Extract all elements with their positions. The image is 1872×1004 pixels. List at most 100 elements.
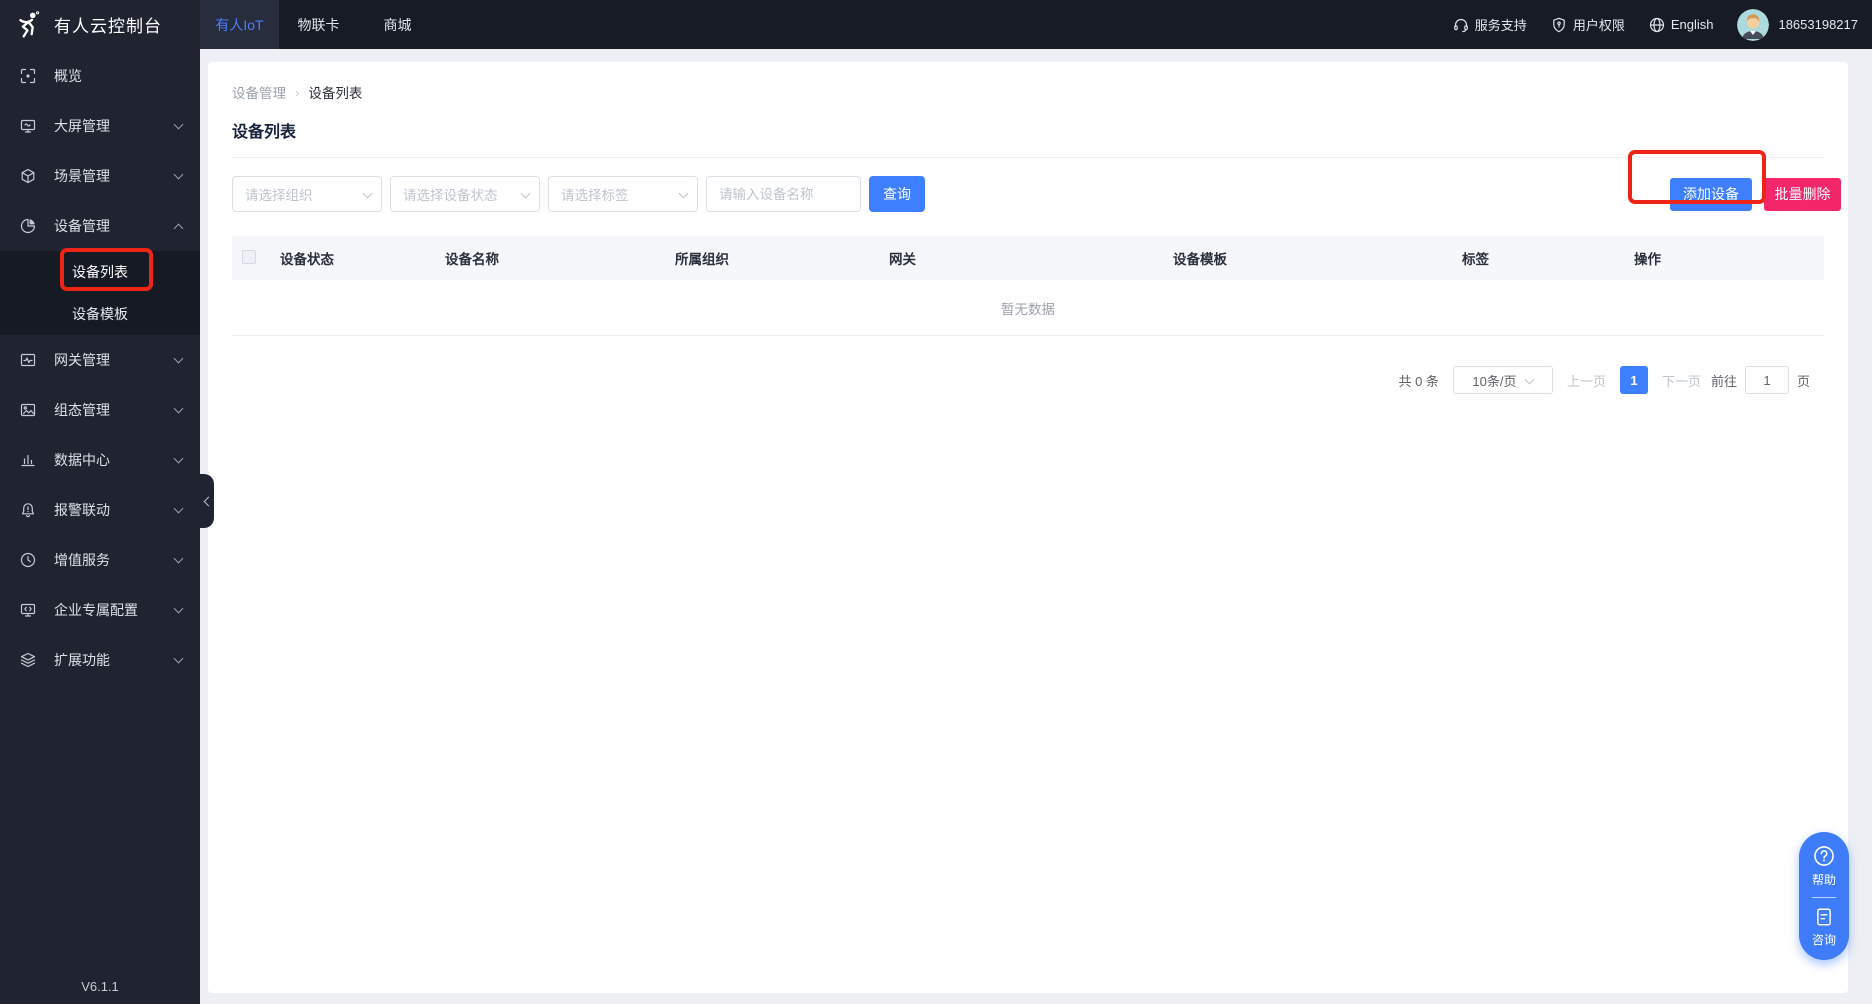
sidebar: 有人云控制台 概览 大屏管理 场景管理 设备管理 <box>0 0 200 1004</box>
chevron-icon <box>174 553 184 563</box>
chevron-icon <box>174 169 184 179</box>
table-column-header: 标签 <box>1462 248 1634 268</box>
chevron-icon <box>174 223 184 233</box>
chevron-left-icon <box>203 496 213 506</box>
chevron-icon <box>174 603 184 613</box>
content-card: 设备管理 › 设备列表 设备列表 请选择组织 请选择设备状态 <box>208 62 1848 993</box>
chevron-icon <box>174 353 184 363</box>
cube-icon <box>20 168 38 184</box>
search-button[interactable]: 查询 <box>869 176 925 212</box>
sidebar-item[interactable]: 场景管理 <box>0 151 200 201</box>
avatar <box>1737 9 1769 41</box>
sidebar-item[interactable]: 报警联动 <box>0 485 200 535</box>
chart-icon <box>20 452 38 468</box>
filter-select[interactable]: 请选择标签 <box>548 176 698 212</box>
question-circle-icon[interactable] <box>1813 845 1835 867</box>
table-column-header: 设备名称 <box>445 248 675 268</box>
product-tab[interactable]: 商城 <box>358 0 437 49</box>
goto-label: 前往 <box>1711 371 1737 390</box>
next-page-button[interactable]: 下一页 <box>1662 371 1701 390</box>
sidebar-item[interactable]: 概览 <box>0 51 200 101</box>
app-title: 有人云控制台 <box>54 12 162 37</box>
chevron-icon <box>174 453 184 463</box>
breadcrumb-separator: › <box>295 85 299 100</box>
help-label[interactable]: 帮助 <box>1812 871 1836 888</box>
page-title: 设备列表 <box>232 118 1824 142</box>
sidebar-item[interactable]: 设备列表 <box>0 251 200 293</box>
prev-page-button[interactable]: 上一页 <box>1567 371 1606 390</box>
chevron-icon <box>174 503 184 513</box>
pagination: 共 0 条 10条/页 上一页 1 下一页 前往 页 <box>232 366 1824 394</box>
topbar-right: 服务支持 用户权限 English <box>1453 9 1872 41</box>
chevron-down-icon <box>363 188 373 198</box>
table-header: 设备状态 设备名称 所属组织 网关 设备模板 标签 操作 <box>232 236 1824 280</box>
chevron-down-icon <box>679 188 689 198</box>
shield-icon <box>1551 17 1567 33</box>
total-count: 共 0 条 <box>1398 371 1438 390</box>
filter-bar: 请选择组织 请选择设备状态 请选择标签 查询 添加设 <box>232 176 1824 212</box>
sidebar-item[interactable]: 数据中心 <box>0 435 200 485</box>
globe-icon <box>1649 17 1665 33</box>
product-tab[interactable]: 有人IoT <box>200 0 279 49</box>
screen-icon <box>20 118 38 134</box>
divider <box>232 157 1824 158</box>
sidebar-item[interactable]: 组态管理 <box>0 385 200 435</box>
overview-icon <box>20 68 38 84</box>
sidebar-item[interactable]: 大屏管理 <box>0 101 200 151</box>
table-column-header: 设备模板 <box>1173 248 1462 268</box>
runner-logo-icon <box>14 10 44 40</box>
table-column-header: 网关 <box>889 248 1173 268</box>
device-name-input[interactable] <box>706 176 861 212</box>
chevron-icon <box>174 119 184 129</box>
topbar-action[interactable]: 服务支持 <box>1453 15 1527 34</box>
pie-icon <box>20 218 38 234</box>
user-menu[interactable]: 18653198217 <box>1737 9 1858 41</box>
filter-select[interactable]: 请选择设备状态 <box>390 176 540 212</box>
device-table: 设备状态 设备名称 所属组织 网关 设备模板 标签 操作 暂无数据 <box>232 236 1824 336</box>
monitorCode-icon <box>20 602 38 618</box>
divider <box>1812 897 1836 898</box>
document-icon[interactable] <box>1814 907 1834 927</box>
page-number-1[interactable]: 1 <box>1620 366 1648 394</box>
user-phone: 18653198217 <box>1778 17 1858 32</box>
sidebar-menu: 概览 大屏管理 场景管理 设备管理 设备 <box>0 49 200 685</box>
goto-page-input[interactable] <box>1745 366 1789 394</box>
table-column-header: 所属组织 <box>675 248 889 268</box>
chevron-down-icon <box>521 188 531 198</box>
chevron-down-icon <box>1525 374 1535 384</box>
filter-select[interactable]: 请选择组织 <box>232 176 382 212</box>
sidebar-item[interactable]: 网关管理 <box>0 335 200 385</box>
chevron-icon <box>174 653 184 663</box>
sidebar-collapse-handle[interactable] <box>200 474 214 528</box>
help-widget: 帮助 咨询 <box>1799 832 1849 960</box>
breadcrumb-item-current: 设备列表 <box>308 82 362 102</box>
batch-delete-button[interactable]: 批量删除 <box>1764 178 1841 211</box>
sidebar-item[interactable]: 设备管理 <box>0 201 200 251</box>
breadcrumb-item-parent[interactable]: 设备管理 <box>232 82 286 102</box>
clock-icon <box>20 552 38 568</box>
topbar-action[interactable]: 用户权限 <box>1551 15 1625 34</box>
image-icon <box>20 402 38 418</box>
table-column-header: 设备状态 <box>280 248 445 268</box>
layers-icon <box>20 652 38 668</box>
empty-state: 暂无数据 <box>232 280 1824 336</box>
table-column-header: 操作 <box>1634 248 1824 268</box>
version-label: V6.1.1 <box>0 979 200 994</box>
breadcrumb: 设备管理 › 设备列表 <box>232 62 1824 102</box>
product-tab[interactable]: 物联卡 <box>279 0 358 49</box>
add-device-button[interactable]: 添加设备 <box>1670 178 1752 211</box>
gateway-icon <box>20 352 38 368</box>
page-size-select[interactable]: 10条/页 <box>1453 366 1553 394</box>
sidebar-item[interactable]: 企业专属配置 <box>0 585 200 635</box>
consult-label[interactable]: 咨询 <box>1812 931 1836 948</box>
topbar: 有人IoT 物联卡 商城 服务支持 用户权限 <box>200 0 1872 49</box>
page-unit-label: 页 <box>1797 371 1810 390</box>
logo[interactable]: 有人云控制台 <box>0 0 200 49</box>
headset-icon <box>1453 17 1469 33</box>
sidebar-item[interactable]: 扩展功能 <box>0 635 200 685</box>
sidebar-item[interactable]: 增值服务 <box>0 535 200 585</box>
product-tabs: 有人IoT 物联卡 商城 <box>200 0 437 49</box>
topbar-action[interactable]: English <box>1649 17 1714 33</box>
sidebar-item[interactable]: 设备模板 <box>0 293 200 335</box>
select-all-checkbox[interactable] <box>242 250 256 264</box>
